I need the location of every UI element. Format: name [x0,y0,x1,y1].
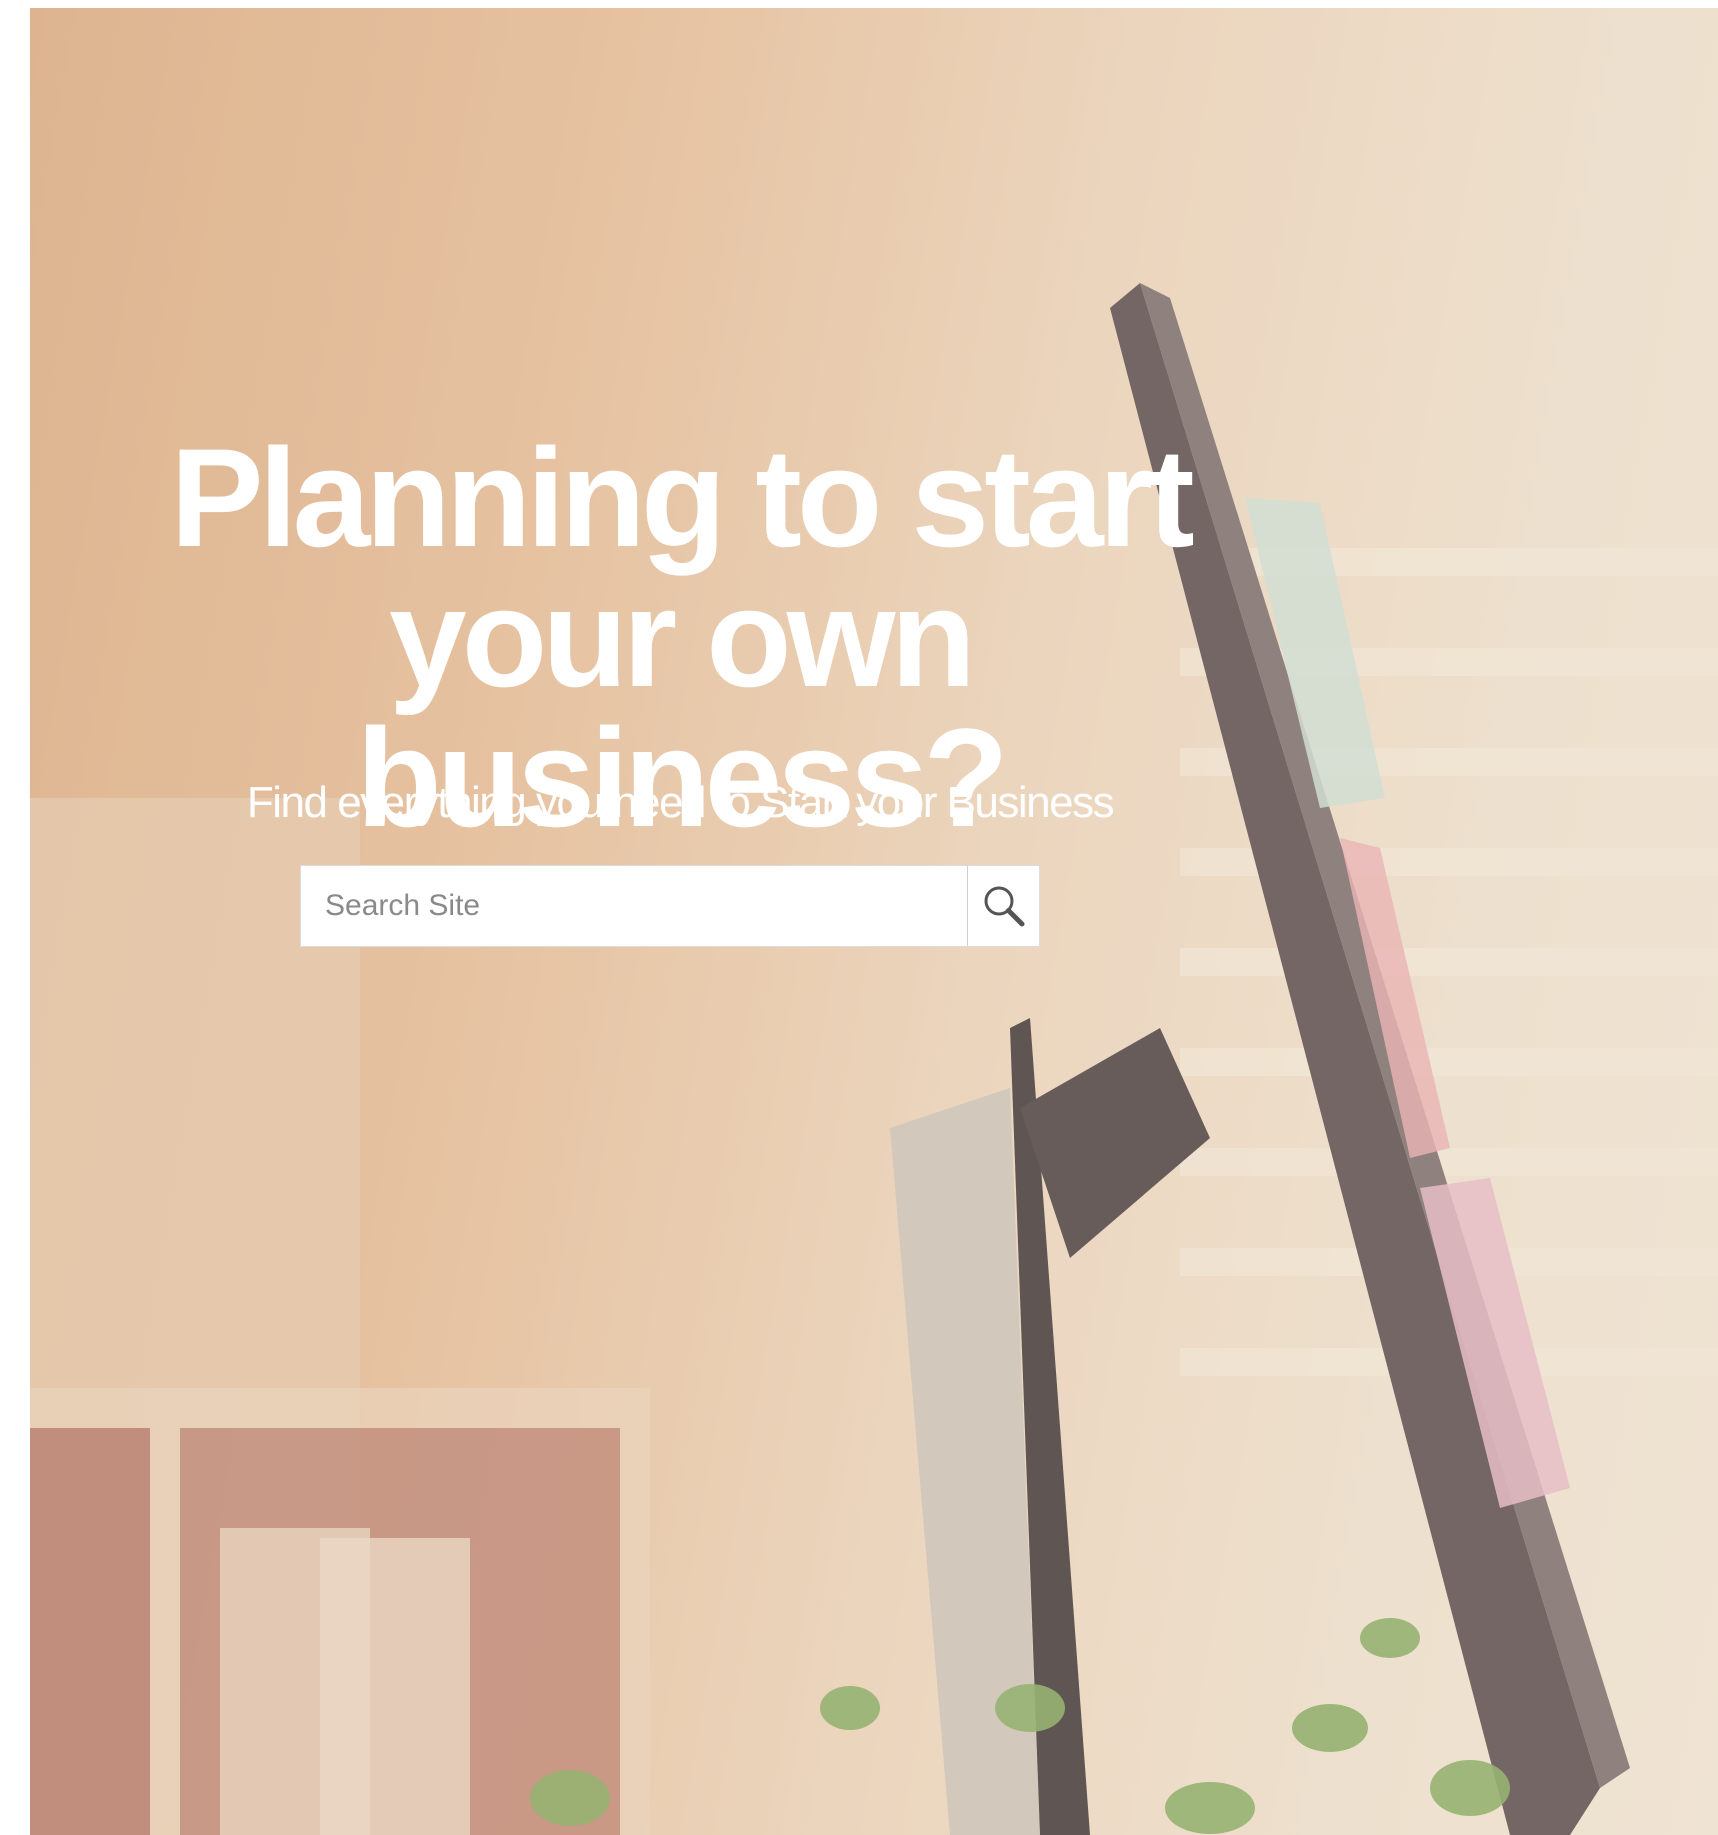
page: Planning to start your own business? Fin… [0,0,1718,1835]
search-input[interactable] [301,866,967,946]
hero-banner: Planning to start your own business? Fin… [30,8,1718,1835]
search-button[interactable] [967,866,1039,946]
hero-subtitle: Find everything you need to Start your B… [246,778,1115,827]
site-search-form [300,865,1040,947]
hero-title-line-1: Planning to start [170,419,1194,576]
search-icon [984,886,1024,927]
